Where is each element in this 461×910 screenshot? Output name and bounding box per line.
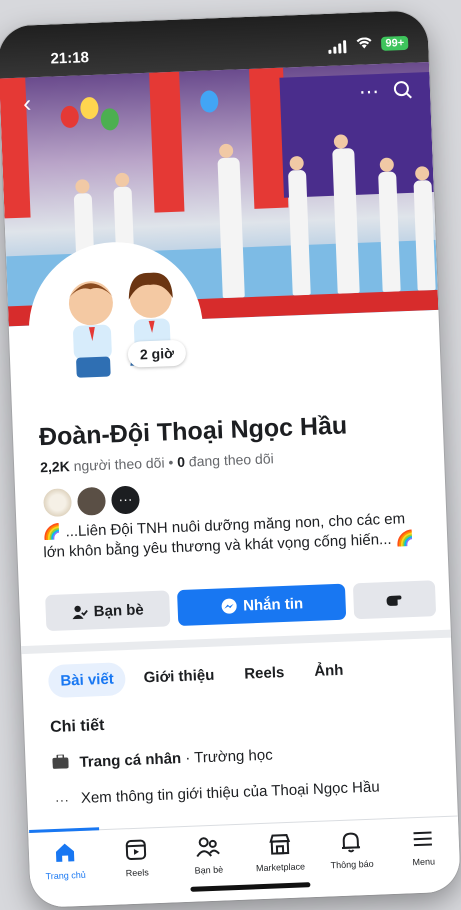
nav-reels[interactable]: Reels	[101, 836, 173, 880]
menu-icon	[409, 825, 436, 852]
message-button[interactable]: Nhắn tin	[176, 583, 347, 627]
message-button-label: Nhắn tin	[242, 594, 304, 615]
balloon-decoration	[80, 96, 99, 120]
battery-indicator: 99+	[381, 35, 409, 51]
friend-check-icon	[72, 605, 88, 620]
nav-friends-label: Bạn bè	[194, 864, 224, 876]
messenger-icon	[221, 598, 237, 614]
page-type-category: · Trường học	[180, 746, 274, 768]
kid-illustration	[68, 281, 113, 378]
detail-page-type: Trang cá nhân · Trường học	[51, 747, 273, 772]
nav-marketplace[interactable]: Marketplace	[244, 830, 316, 874]
tab-posts[interactable]: Bài viết	[47, 662, 127, 699]
see-about-link[interactable]: ··· Xem thông tin giới thiệu của Thoại N…	[53, 778, 380, 808]
details-title: Chi tiết	[49, 716, 105, 737]
nav-friends[interactable]: Bạn bè	[173, 833, 245, 877]
balloon-decoration	[100, 107, 120, 131]
section-divider	[21, 629, 452, 655]
follow-stats[interactable]: 2,2K người theo dõi • 0 đang theo dõi	[40, 450, 274, 475]
friend-avatar[interactable]	[40, 486, 75, 520]
friends-button-label: Bạn bè	[93, 600, 145, 620]
tab-about[interactable]: Giới thiệu	[131, 658, 227, 695]
cellular-signal-icon	[328, 40, 347, 54]
more-actions-button[interactable]	[352, 580, 437, 620]
following-count: 0	[176, 453, 186, 470]
friends-button[interactable]: Bạn bè	[45, 590, 171, 632]
balloon-decoration	[60, 105, 80, 129]
profile-actions: Bạn bè Nhắn tin	[45, 580, 437, 632]
profile-tabs: Bài viết Giới thiệu Reels Ảnh	[47, 653, 356, 699]
nav-marketplace-label: Marketplace	[255, 861, 306, 874]
page-type-bold: Trang cá nhân	[79, 750, 182, 771]
tab-reels[interactable]: Reels	[232, 656, 297, 691]
friends-icon	[195, 834, 222, 861]
balloon-decoration	[199, 90, 219, 113]
more-dots-icon: ⋯	[358, 80, 380, 104]
home-icon	[51, 839, 78, 866]
phone-screen: 21:18 99+ ‹ ⋯ 2 giờ Đoàn-Đội Thoại Ngọc …	[0, 10, 461, 908]
story-time-badge[interactable]: 2 giờ	[127, 339, 187, 368]
nav-notifications[interactable]: Thông báo	[316, 827, 388, 871]
nav-home[interactable]: Trang chủ	[28, 827, 101, 882]
nav-home-label: Trang chủ	[45, 869, 86, 882]
search-icon	[393, 81, 412, 99]
performer-figure	[217, 157, 245, 299]
back-button[interactable]: ‹	[12, 89, 43, 120]
see-about-text: Xem thông tin giới thiệu của Thoại Ngọc …	[80, 778, 380, 807]
back-arrow-icon: ‹	[22, 90, 32, 118]
briefcase-icon	[51, 753, 70, 772]
search-button[interactable]	[387, 74, 418, 105]
profile-name: Đoàn-Đội Thoại Ngọc Hầu	[38, 411, 348, 452]
friend-avatar[interactable]	[74, 484, 109, 518]
nav-menu-label: Menu	[412, 856, 436, 868]
more-options-button[interactable]: ⋯	[353, 76, 384, 107]
bell-icon	[338, 828, 365, 855]
more-friends-icon[interactable]: ···	[108, 483, 143, 517]
friend-avatars[interactable]: ···	[40, 483, 143, 520]
flag-decoration	[149, 71, 185, 213]
reels-icon	[123, 836, 150, 863]
marketplace-icon	[266, 831, 293, 858]
stats-separator: •	[168, 454, 174, 471]
hand-wave-icon	[386, 595, 402, 606]
more-dots-icon: ···	[54, 790, 70, 808]
wifi-icon	[356, 36, 373, 53]
nav-reels-label: Reels	[125, 867, 149, 879]
tab-photos[interactable]: Ảnh	[302, 653, 356, 688]
performer-figure	[413, 180, 436, 291]
followers-count: 2,2K	[39, 458, 71, 476]
followers-label: người theo dõi	[73, 454, 165, 474]
nav-notifications-label: Thông báo	[330, 858, 374, 871]
status-time: 21:18	[50, 49, 90, 68]
bottom-navigation: Trang chủ Reels Bạn bè Marketplace Thông…	[28, 815, 461, 908]
following-label: đang theo dõi	[188, 450, 274, 470]
nav-menu[interactable]: Menu	[387, 825, 459, 869]
